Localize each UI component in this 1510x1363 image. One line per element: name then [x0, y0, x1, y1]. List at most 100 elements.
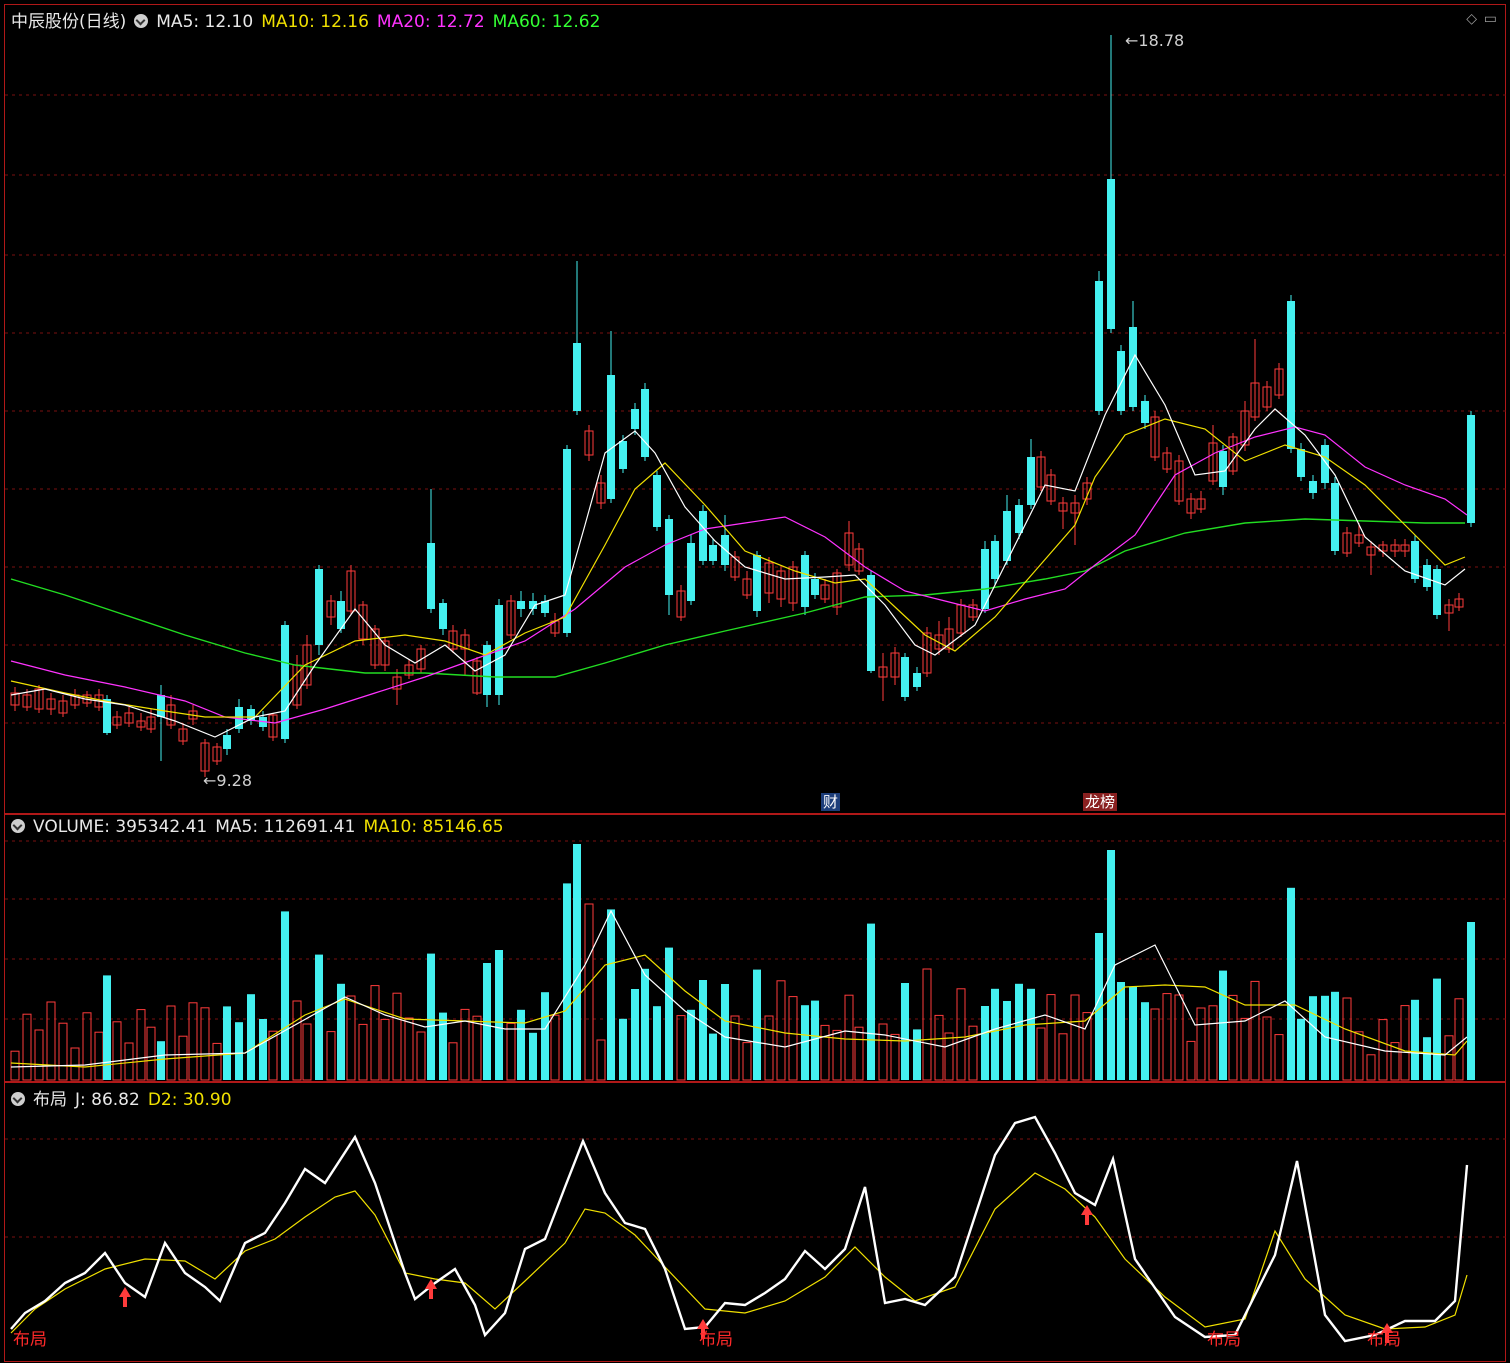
candle-body: [1129, 327, 1137, 407]
volume-bar: [1287, 887, 1295, 1080]
volume-bar: [166, 1005, 176, 1081]
window-icon[interactable]: ▭: [1484, 11, 1497, 27]
volume-bar: [1150, 1008, 1160, 1081]
volume-bar: [1174, 994, 1184, 1081]
candle-body: [281, 625, 289, 739]
candle-body: [1027, 457, 1035, 505]
volume-bar: [1297, 1018, 1305, 1080]
candle-body: [665, 519, 673, 595]
volume-bar: [788, 996, 798, 1081]
buju-signal-label: 布局: [13, 1330, 47, 1350]
volume-bar: [1454, 998, 1464, 1081]
volume-bar: [878, 1023, 888, 1081]
ma5-label: MA5: 12.10: [156, 12, 254, 32]
indicator-panel[interactable]: 布局 布局 布局 布局 布局 J: 86.82 D2: 30.90: [4, 1082, 1507, 1363]
volume-bar: [721, 984, 729, 1080]
volume-bar: [495, 950, 503, 1080]
volume-bar: [439, 1012, 447, 1080]
dropdown-icon[interactable]: [134, 14, 149, 28]
buju-signal-label: 布局: [1207, 1330, 1241, 1350]
volume-bar: [1444, 1035, 1454, 1081]
ma10-label: MA10: 12.16: [261, 12, 369, 32]
low-price-value: 9.28: [216, 771, 253, 790]
volume-bar: [1208, 1005, 1218, 1081]
volume-bar: [641, 968, 649, 1080]
price-panel[interactable]: 中辰股份(日线) MA5: 12.10 MA10: 12.16 MA20: 12.72…: [4, 4, 1507, 815]
ma5-line: [10, 353, 1466, 738]
stock-title: 中辰股份(日线): [11, 12, 127, 32]
candle-body: [709, 545, 717, 561]
volume-bar: [956, 988, 966, 1081]
candle-body: [867, 575, 875, 671]
volume-bar: [34, 1029, 44, 1081]
candlestick-chart[interactable]: [5, 5, 1507, 815]
candle-body: [753, 555, 761, 611]
volume-bar: [764, 1015, 774, 1081]
volume-bar: [404, 1017, 414, 1081]
volume-bar: [867, 923, 875, 1080]
volume-bar: [584, 903, 594, 1081]
vol-ma10-label: MA10: 85146.65: [363, 817, 504, 837]
candle-body: [1331, 483, 1339, 551]
volume-bar: [607, 909, 615, 1080]
chart-window: 中辰股份(日线) MA5: 12.10 MA10: 12.16 MA20: 12.72…: [0, 0, 1510, 1363]
volume-bar: [517, 1009, 525, 1080]
volume-bar: [1250, 980, 1260, 1081]
volume-chart[interactable]: [5, 815, 1507, 1083]
candle-body: [573, 343, 581, 411]
volume-bar: [1331, 991, 1339, 1080]
volume-bar: [1411, 999, 1419, 1080]
dropdown-icon[interactable]: [11, 1092, 25, 1106]
volume-bar: [653, 1006, 661, 1080]
candle-body: [1467, 415, 1475, 523]
diamond-icon[interactable]: ◇: [1466, 11, 1477, 27]
volume-bar: [1342, 997, 1352, 1081]
volume-bar: [112, 1021, 122, 1081]
volume-bar: [913, 1029, 921, 1080]
volume-bar: [753, 969, 761, 1080]
candle-body: [427, 543, 435, 609]
volume-bar: [448, 1042, 458, 1081]
up-arrow-icon: [1085, 1215, 1089, 1225]
dropdown-icon[interactable]: [11, 819, 25, 833]
volume-bar: [94, 1031, 104, 1081]
volume-bar: [1058, 1033, 1068, 1081]
candle-body: [1141, 401, 1149, 423]
volume-bar: [1046, 994, 1056, 1081]
indicator-chart[interactable]: 布局 布局 布局 布局: [5, 1083, 1507, 1363]
rank-badge[interactable]: 龙榜: [1083, 793, 1118, 811]
volume-bar: [46, 1001, 56, 1081]
candle-body: [1309, 481, 1317, 493]
volume-bar: [922, 968, 932, 1081]
candle-body: [1117, 351, 1125, 411]
volume-bar: [281, 911, 289, 1080]
volume-bar: [631, 989, 639, 1080]
candle-body: [913, 673, 921, 687]
volume-bar: [506, 1022, 516, 1081]
volume-bar: [247, 994, 255, 1080]
candle-body: [1423, 565, 1431, 587]
volume-bar: [742, 1042, 752, 1081]
volume-panel[interactable]: VOLUME: 395342.41 MA5: 112691.41 MA10: 851…: [4, 814, 1507, 1083]
volume-bar: [991, 988, 999, 1080]
finance-badge[interactable]: 财: [821, 793, 841, 811]
volume-header: VOLUME: 395342.41 MA5: 112691.41 MA10: 851…: [11, 817, 512, 837]
indicator-header: 布局 J: 86.82 D2: 30.90: [11, 1085, 240, 1110]
volume-bar: [776, 980, 786, 1081]
volume-bar: [358, 1023, 368, 1081]
candle-body: [687, 543, 695, 601]
volume-bar: [687, 1009, 695, 1080]
volume-bar: [124, 1042, 134, 1081]
volume-bar: [854, 1026, 864, 1081]
j-line: [10, 1115, 1469, 1343]
volume-bar: [302, 1023, 312, 1081]
candle-body: [619, 441, 627, 469]
high-price-mark: ←18.78: [1125, 31, 1185, 50]
volume-bar: [730, 1015, 740, 1081]
volume-bar: [1240, 1017, 1250, 1081]
candle-body: [811, 579, 819, 595]
candle-body: [1433, 569, 1441, 615]
volume-bar: [1027, 988, 1035, 1080]
volume-bar: [188, 1002, 198, 1081]
candle-body: [1107, 179, 1115, 329]
